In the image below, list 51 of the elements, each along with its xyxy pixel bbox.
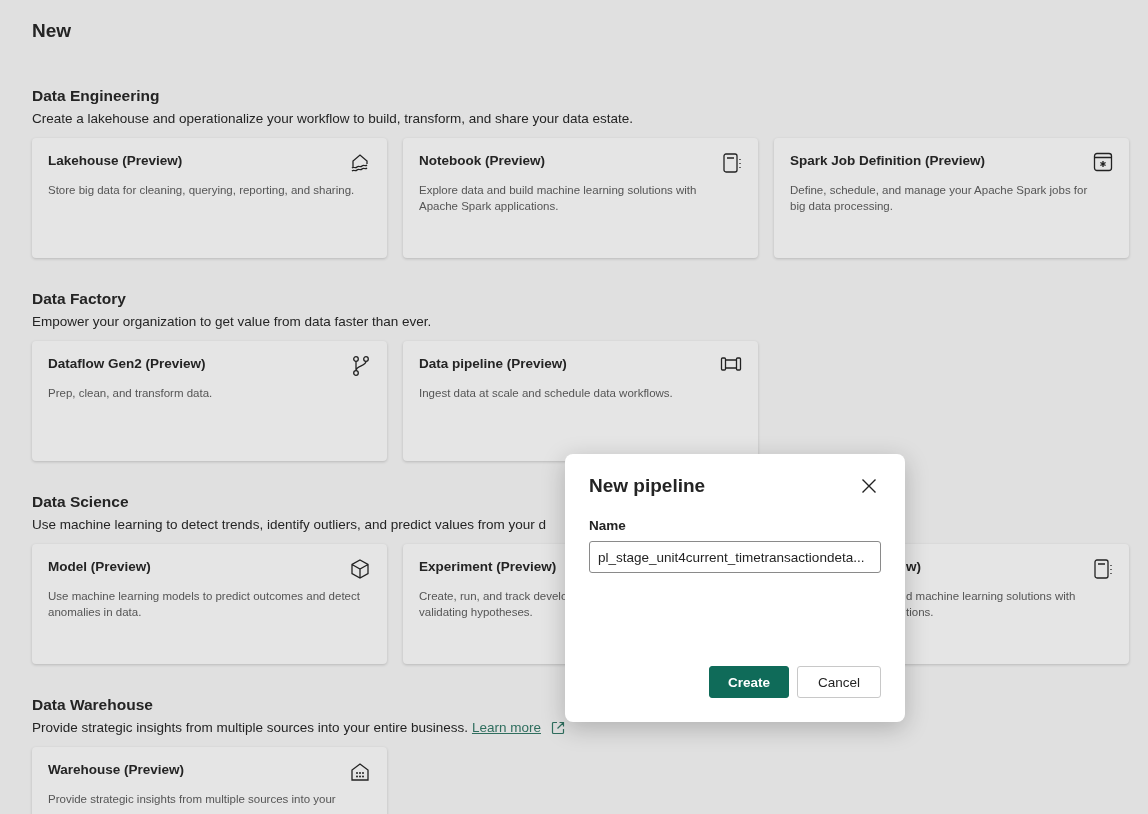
dialog-title: New pipeline [589,474,706,498]
card-title: Spark Job Definition (Preview) [790,152,986,170]
lakehouse-icon [349,152,371,174]
card-description: Define, schedule, and manage your Apache Spark jobs for big data processing. [790,183,1089,214]
card-title: w) [906,558,921,576]
card-title: Notebook (Preview) [419,152,546,170]
section-description: Provide strategic insights from multiple sources into your entire business. [32,719,468,737]
close-icon[interactable] [861,478,877,494]
item-card[interactable]: Spark Job Definition (Preview) Define, schedule, and manage your Apache Spark jobs for big data processing. [774,138,1129,258]
field-label: Name [589,518,626,533]
card-description: validating hypotheses. [419,605,534,620]
item-card[interactable]: Data pipeline (Preview) Ingest data at scale and schedule data workflows. [403,341,758,461]
section-description: Create a lakehouse and operationalize your workflow to build, transform, and share your data estate. [32,110,634,128]
card-description: Prep, clean, and transform data. [48,386,214,401]
card-title: Model (Preview) [48,558,151,576]
create-button[interactable]: Create [708,666,789,698]
card-title: Lakehouse (Preview) [48,152,183,170]
card-title: Warehouse (Preview) [48,761,185,779]
section-description: Use machine learning to detect trends, identify outliers, and predict values from your d [32,516,546,534]
notebook-icon [722,152,742,174]
card-description: Store big data for cleaning, querying, reporting, and sharing. [48,183,356,198]
window-asterisk-icon [1093,152,1113,172]
item-card[interactable]: Lakehouse (Preview) Store big data for cleaning, querying, reporting, and sharing. [32,138,387,258]
card-title: Data pipeline (Preview) [419,355,567,373]
branch-icon [351,355,371,377]
pipeline-icon [720,355,742,373]
card-description: Ingest data at scale and schedule data workflows. [419,386,674,401]
section-heading: Data Engineering [32,86,161,106]
item-card[interactable]: Dataflow Gen2 (Preview) Prep, clean, and transform data. [32,341,387,461]
card-title: Dataflow Gen2 (Preview) [48,355,206,373]
learn-more-link[interactable]: Learn more [471,718,541,738]
section-heading: Data Warehouse [32,695,154,715]
notebook-icon [1093,558,1113,580]
card-description: Use machine learning models to predict outcomes and detect anomalies in data. [48,589,361,620]
page-title: New [32,20,73,43]
section-heading: Data Factory [32,289,127,309]
cube-icon [349,558,371,580]
warehouse-icon [349,761,371,783]
name-input-field[interactable]: pl_stage_unit4current_timetransactiondeta... [589,541,881,573]
section-description: Empower your organization to get value from data faster than ever. [32,313,432,331]
card-description: tions. [906,605,935,620]
cancel-button[interactable]: Cancel [797,666,881,698]
item-card[interactable]: Warehouse (Preview) Provide strategic insights from multiple sources into your [32,747,387,814]
item-card[interactable]: Notebook (Preview) Explore data and build machine learning solutions with Apache Spark applications. [403,138,758,258]
item-card[interactable]: Model (Preview) Use machine learning models to predict outcomes and detect anomalies in data. [32,544,387,664]
section-heading: Data Science [32,492,130,512]
card-description: d machine learning solutions with [906,589,1077,604]
card-description: Provide strategic insights from multiple sources into your [48,792,337,807]
external-link-icon [551,721,565,735]
card-description: Explore data and build machine learning solutions with Apache Spark applications. [419,183,698,214]
card-title: Experiment (Preview) [419,558,557,576]
